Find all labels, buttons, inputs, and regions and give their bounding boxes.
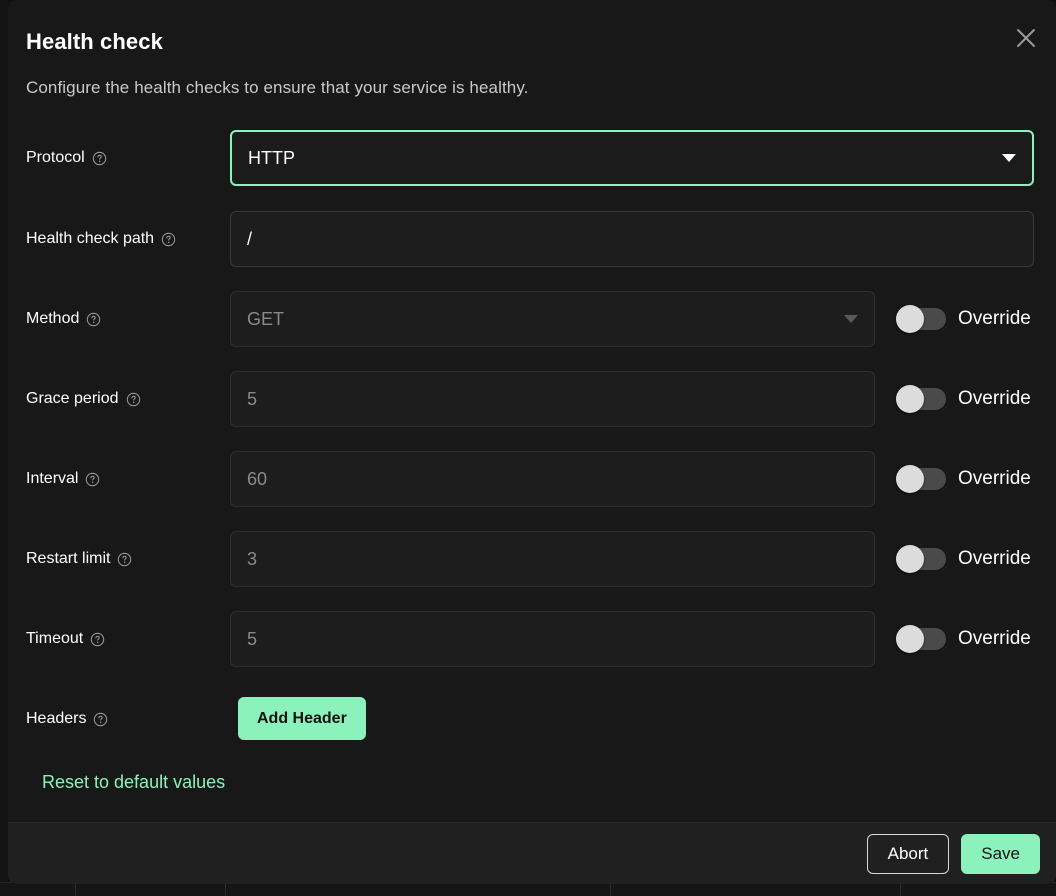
help-circle-icon[interactable] xyxy=(86,312,101,327)
override-control: Override xyxy=(898,308,1031,330)
dialog-footer: Abort Save xyxy=(8,822,1056,884)
field-select[interactable]: HTTP xyxy=(230,130,1034,186)
field-input[interactable]: / xyxy=(230,211,1034,267)
field-input: 5 xyxy=(230,611,875,667)
override-label: Override xyxy=(958,388,1031,410)
form-row: Restart limit 3 Override xyxy=(8,531,1056,587)
field-label-text: Method xyxy=(26,310,79,328)
override-label: Override xyxy=(958,548,1031,570)
field-input: 5 xyxy=(230,371,875,427)
field-label-text: Timeout xyxy=(26,630,83,648)
field-label-text: Restart limit xyxy=(26,550,110,568)
field-input: 3 xyxy=(230,531,875,587)
override-control: Override xyxy=(898,388,1031,410)
field-label-text: Health check path xyxy=(26,230,154,248)
close-icon[interactable] xyxy=(1010,22,1042,54)
field-label-text: Protocol xyxy=(26,149,85,167)
field-value: 5 xyxy=(247,389,858,410)
background-column-divider xyxy=(225,883,226,896)
override-toggle[interactable] xyxy=(898,628,946,650)
health-check-dialog: Health check Configure the health checks… xyxy=(8,0,1056,884)
help-circle-icon[interactable] xyxy=(93,712,108,727)
abort-button[interactable]: Abort xyxy=(867,834,950,874)
field-value: 3 xyxy=(247,549,858,570)
save-button[interactable]: Save xyxy=(961,834,1040,874)
background-column-divider xyxy=(900,883,901,896)
field-label-text: Interval xyxy=(26,470,78,488)
field-label: Health check path xyxy=(26,230,176,248)
help-circle-icon[interactable] xyxy=(85,472,100,487)
dialog-body: Health check Configure the health checks… xyxy=(8,0,1056,822)
override-control: Override xyxy=(898,628,1031,650)
field-value: 5 xyxy=(247,629,858,650)
field-label: Protocol xyxy=(26,149,107,167)
override-toggle[interactable] xyxy=(898,388,946,410)
field-input: 60 xyxy=(230,451,875,507)
form-row: Interval 60 Override xyxy=(8,451,1056,507)
help-circle-icon[interactable] xyxy=(117,552,132,567)
field-label: Interval xyxy=(26,470,100,488)
toggle-knob xyxy=(896,385,924,413)
field-value: 60 xyxy=(247,469,858,490)
field-label: Timeout xyxy=(26,630,105,648)
toggle-knob xyxy=(896,305,924,333)
form-row: Timeout 5 Override xyxy=(8,611,1056,667)
field-label-text: Headers xyxy=(26,710,86,728)
override-label: Override xyxy=(958,628,1031,650)
field-label: Headers xyxy=(26,710,108,728)
override-label: Override xyxy=(958,308,1031,330)
override-control: Override xyxy=(898,468,1031,490)
background-column-divider xyxy=(75,883,76,896)
override-toggle[interactable] xyxy=(898,548,946,570)
help-circle-icon[interactable] xyxy=(161,232,176,247)
dialog-description: Configure the health checks to ensure th… xyxy=(26,78,529,98)
form-row: Method GET Override xyxy=(8,291,1056,347)
form-row: Grace period 5 Override xyxy=(8,371,1056,427)
field-value: GET xyxy=(247,309,844,330)
toggle-knob xyxy=(896,545,924,573)
chevron-down-icon xyxy=(844,315,858,323)
add-header-button[interactable]: Add Header xyxy=(238,697,366,740)
form-row: Headers xyxy=(8,691,1056,747)
help-circle-icon[interactable] xyxy=(126,392,141,407)
dialog-title: Health check xyxy=(26,29,163,55)
chevron-down-icon[interactable] xyxy=(1002,154,1016,162)
field-select: GET xyxy=(230,291,875,347)
background-left-strip xyxy=(0,0,8,896)
reset-to-default-link[interactable]: Reset to default values xyxy=(42,772,225,793)
background-column-divider xyxy=(610,883,611,896)
override-toggle[interactable] xyxy=(898,308,946,330)
help-circle-icon[interactable] xyxy=(92,151,107,166)
field-label: Grace period xyxy=(26,390,141,408)
override-label: Override xyxy=(958,468,1031,490)
background-table-bar xyxy=(0,882,1056,896)
toggle-knob xyxy=(896,625,924,653)
field-label: Method xyxy=(26,310,101,328)
override-control: Override xyxy=(898,548,1031,570)
form-row: Protocol HTTP xyxy=(8,130,1056,186)
help-circle-icon[interactable] xyxy=(90,632,105,647)
override-toggle[interactable] xyxy=(898,468,946,490)
field-label-text: Grace period xyxy=(26,390,119,408)
field-value: HTTP xyxy=(248,148,1002,169)
field-value: / xyxy=(247,229,1017,250)
field-label: Restart limit xyxy=(26,550,132,568)
toggle-knob xyxy=(896,465,924,493)
form-row: Health check path / xyxy=(8,211,1056,267)
